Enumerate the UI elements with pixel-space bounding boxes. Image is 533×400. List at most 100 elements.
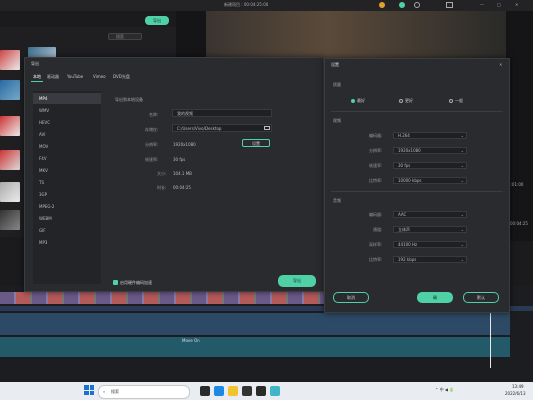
close-icon[interactable]: ✕ <box>515 3 518 7</box>
media-thumbnail[interactable] <box>0 182 20 202</box>
notification-icon[interactable] <box>379 2 385 8</box>
video-section-title: 视频 <box>333 118 341 123</box>
resolution-label: 分辨率: <box>145 142 159 147</box>
filmora-icon[interactable] <box>270 386 280 396</box>
cloud-icon[interactable] <box>399 2 405 8</box>
format-item[interactable]: F4V <box>33 153 101 164</box>
start-icon[interactable] <box>84 385 94 395</box>
audio-channel-select[interactable]: 立体声 ⌄ <box>393 226 467 233</box>
task-view-icon[interactable] <box>200 386 210 396</box>
video-bitrate-value: 10000 kbps <box>398 178 422 183</box>
settings-dialog-title: 设置 <box>331 62 339 67</box>
name-field[interactable]: 我的视频 <box>172 109 272 117</box>
folder-icon[interactable] <box>264 126 270 130</box>
video-encoder-select[interactable]: H.264 ⌄ <box>393 132 467 139</box>
format-item[interactable]: WEBM <box>33 213 101 224</box>
store-icon[interactable] <box>242 386 252 396</box>
framerate-label: 帧速率: <box>145 157 159 162</box>
divider <box>331 111 503 112</box>
media-thumbnail[interactable] <box>0 50 20 70</box>
tab-youtube[interactable]: YouTube <box>67 75 83 79</box>
save-location-field[interactable]: C:/Users/Vivo/Desktop <box>172 124 272 132</box>
quality-section-title: 质量 <box>333 82 341 87</box>
top-export-button[interactable]: 导出 <box>145 16 169 25</box>
media-thumbnail[interactable] <box>0 116 20 136</box>
chevron-down-icon: ⌄ <box>460 148 464 153</box>
settings-close-icon[interactable]: ✕ <box>499 63 502 67</box>
video-track-clips[interactable] <box>0 292 330 304</box>
app-icon[interactable] <box>256 386 266 396</box>
chevron-down-icon: ⌄ <box>460 133 464 138</box>
settings-button[interactable]: 设置 <box>242 139 270 147</box>
ok-button[interactable]: 确 <box>417 292 453 303</box>
active-tab-indicator <box>31 81 43 82</box>
file-explorer-icon[interactable] <box>228 386 238 396</box>
quality-radio-best[interactable] <box>351 99 355 103</box>
default-button[interactable]: 默认 <box>463 292 499 303</box>
format-item[interactable]: 3GP <box>33 189 101 200</box>
video-bitrate-select[interactable]: 10000 kbps ⌄ <box>393 177 467 184</box>
format-item[interactable]: TS <box>33 177 101 188</box>
audio-section-title: 音频 <box>333 198 341 203</box>
taskbar-search[interactable]: ⌕ 搜索 <box>98 385 190 399</box>
maximize-icon[interactable]: □ <box>497 3 501 7</box>
media-thumbnail[interactable] <box>0 210 20 230</box>
duration-label: 时长: <box>157 185 167 190</box>
hw-accel-checkbox[interactable] <box>113 280 118 285</box>
format-item[interactable]: MOV <box>33 141 101 152</box>
title-bar: 新建项目 : 00:04:25:00 — □ ✕ <box>0 0 533 11</box>
video-resolution-select[interactable]: 1920x1080 ⌄ <box>393 147 467 154</box>
media-search-input[interactable]: 搜索 <box>108 33 142 40</box>
video-resolution-label: 分辨率: <box>369 148 383 153</box>
format-item[interactable]: WMV <box>33 105 101 116</box>
format-item[interactable]: MP4 <box>33 93 101 104</box>
playhead[interactable] <box>490 308 491 368</box>
tab-dvd[interactable]: DVD光盘 <box>113 75 130 79</box>
duration-value: 00:04:25 <box>173 185 191 190</box>
video-resolution-value: 1920x1080 <box>398 148 421 153</box>
format-item[interactable]: GIF <box>33 225 101 236</box>
video-framerate-select[interactable]: 30 fps ⌄ <box>393 162 467 169</box>
secondary-track[interactable] <box>0 313 510 335</box>
audio-samplerate-select[interactable]: 44100 Hz ⌄ <box>393 241 467 248</box>
quality-label-better: 更好 <box>405 98 413 103</box>
framerate-value: 30 fps <box>173 157 186 162</box>
video-framerate-value: 30 fps <box>398 163 411 168</box>
minimize-icon[interactable]: — <box>480 3 484 7</box>
save-location-label: 存储在: <box>145 127 159 132</box>
format-item[interactable]: MPEG-2 <box>33 201 101 212</box>
quality-radio-better[interactable] <box>399 99 403 103</box>
audio-bitrate-select[interactable]: 192 kbps ⌄ <box>393 256 467 263</box>
layout-icon[interactable] <box>446 2 453 8</box>
video-encoder-value: H.264 <box>398 133 410 138</box>
preview-video <box>206 11 506 63</box>
size-value: 104.1 MB <box>173 171 192 176</box>
quality-radio-normal[interactable] <box>449 99 453 103</box>
format-item[interactable]: MP3 <box>33 237 101 248</box>
account-icon[interactable] <box>414 2 420 8</box>
tab-drive[interactable]: 驱动器 <box>47 75 59 79</box>
cancel-button[interactable]: 取消 <box>333 292 369 303</box>
export-button[interactable]: 导出 <box>278 275 316 287</box>
divider <box>331 191 503 192</box>
audio-track[interactable]: Move On <box>0 337 510 357</box>
timeline-time-b: 00:04:25 <box>510 221 528 226</box>
media-thumbnail[interactable] <box>0 150 20 170</box>
system-tray-icons[interactable]: ⌃ 中 ◀ 🔋 <box>435 388 454 392</box>
settings-dialog: 设置 ✕ 质量 最好 更好 一般 视频 编码器: H.264 ⌄ 分辨率: 192… <box>324 58 510 313</box>
quality-label-best: 最好 <box>357 98 365 103</box>
audio-encoder-label: 编码器: <box>369 212 383 217</box>
edge-icon[interactable] <box>214 386 224 396</box>
format-item[interactable]: HEVC <box>33 117 101 128</box>
taskbar-time: 13:49 <box>512 384 524 389</box>
format-item[interactable]: MKV <box>33 165 101 176</box>
tab-local[interactable]: 本地 <box>33 75 41 79</box>
audio-samplerate-value: 44100 Hz <box>398 242 418 247</box>
audio-encoder-select[interactable]: AAC ⌄ <box>393 211 467 218</box>
name-label: 名称: <box>149 112 159 117</box>
video-bitrate-label: 比特率: <box>369 178 383 183</box>
media-thumbnail[interactable] <box>0 80 20 100</box>
search-icon: ⌕ <box>103 389 106 394</box>
format-item[interactable]: AVI <box>33 129 101 140</box>
tab-vimeo[interactable]: Vimeo <box>93 75 106 79</box>
